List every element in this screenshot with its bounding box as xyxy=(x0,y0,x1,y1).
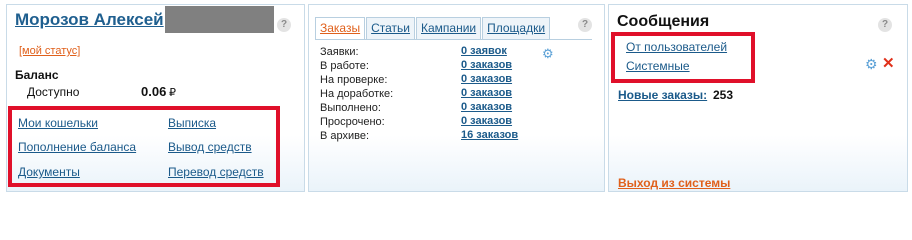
close-icon[interactable]: ✕ xyxy=(882,54,895,72)
user-name-link[interactable]: Морозов Алексей xyxy=(15,10,164,30)
currency-symbol: ₽ xyxy=(169,87,176,99)
balance-label: Баланс xyxy=(15,68,59,82)
available-value: 0.06 xyxy=(141,84,167,99)
on-revision-value-link[interactable]: 0 заказов xyxy=(461,87,512,99)
user-panel: Морозов Алексей ? [мой статус] Баланс До… xyxy=(6,4,305,192)
my-wallets-link[interactable]: Мои кошельки xyxy=(18,116,98,130)
on-review-label: На проверке: xyxy=(320,74,388,86)
documents-link[interactable]: Документы xyxy=(18,165,80,179)
on-revision-label: На доработке: xyxy=(320,88,394,100)
orders-tabs: Заказы Статьи Кампании Площадки xyxy=(315,17,551,40)
gear-icon[interactable]: ⚙ xyxy=(865,56,878,73)
available-label: Доступно xyxy=(27,85,80,99)
redacted-block xyxy=(165,6,274,33)
tab-articles[interactable]: Статьи xyxy=(366,17,415,40)
logout-link[interactable]: Выход из системы xyxy=(618,176,730,190)
tab-orders[interactable]: Заказы xyxy=(315,17,366,40)
my-status-link[interactable]: [мой статус] xyxy=(19,45,80,57)
topup-link[interactable]: Пополнение баланса xyxy=(18,140,136,154)
archive-label: В архиве: xyxy=(320,130,370,142)
new-orders-link[interactable]: Новые заказы: xyxy=(618,88,707,102)
transfer-link[interactable]: Перевод средств xyxy=(168,165,264,179)
statement-link[interactable]: Выписка xyxy=(168,116,216,130)
withdraw-link[interactable]: Вывод средств xyxy=(168,140,252,154)
requests-label: Заявки: xyxy=(320,46,359,58)
help-icon[interactable]: ? xyxy=(277,18,291,32)
help-icon[interactable]: ? xyxy=(578,18,592,32)
orders-panel: Заказы Статьи Кампании Площадки ? Заявки… xyxy=(308,4,605,192)
overdue-label: Просрочено: xyxy=(320,116,385,128)
gear-icon[interactable]: ⚙ xyxy=(542,46,554,62)
from-users-link[interactable]: От пользователей xyxy=(626,40,727,54)
new-orders-count: 253 xyxy=(713,88,734,102)
messages-title: Сообщения xyxy=(617,13,710,30)
help-icon[interactable]: ? xyxy=(878,18,892,32)
messages-panel: Сообщения ? От пользователей Системные ⚙… xyxy=(608,4,908,192)
tabs-divider xyxy=(315,39,592,40)
in-progress-value-link[interactable]: 0 заказов xyxy=(461,59,512,71)
completed-label: Выполнено: xyxy=(320,102,381,114)
in-progress-label: В работе: xyxy=(320,60,369,72)
on-review-value-link[interactable]: 0 заказов xyxy=(461,73,512,85)
overdue-value-link[interactable]: 0 заказов xyxy=(461,115,512,127)
system-messages-link[interactable]: Системные xyxy=(626,59,690,73)
tab-campaigns[interactable]: Кампании xyxy=(416,17,482,40)
tab-platforms[interactable]: Площадки xyxy=(482,17,551,40)
archive-value-link[interactable]: 16 заказов xyxy=(461,129,518,141)
completed-value-link[interactable]: 0 заказов xyxy=(461,101,512,113)
requests-value-link[interactable]: 0 заявок xyxy=(461,45,507,57)
